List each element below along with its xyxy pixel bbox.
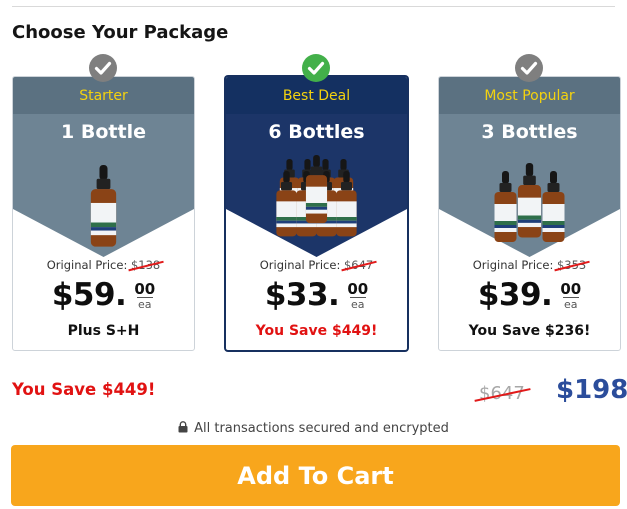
price-dollars: $33. — [264, 277, 340, 313]
dropper-bottle-icon — [494, 163, 565, 242]
add-to-cart-button[interactable]: Add To Cart — [11, 445, 620, 506]
lock-icon — [178, 421, 188, 437]
price-cents-group: 00 ea — [134, 277, 155, 311]
package-note: You Save $236! — [468, 323, 591, 339]
package-hero: 6 Bottles — [226, 114, 407, 257]
original-price-label: Original Price: — [46, 258, 128, 272]
original-price-value: $138 — [130, 258, 161, 272]
original-total: $647 — [479, 383, 525, 404]
price-cents: 00 — [134, 280, 156, 298]
unit-price: $39. 00 ea — [439, 277, 620, 313]
price-cents-group: 00 ea — [347, 277, 368, 311]
original-price-label: Original Price: — [472, 258, 554, 272]
unit-price: $33. 00 ea — [226, 277, 407, 313]
package-card-most-popular[interactable]: Most Popular 3 Bottles Original Price: $… — [438, 76, 621, 351]
check-icon-most-popular — [515, 54, 543, 82]
top-divider — [12, 6, 615, 7]
package-quantity: 1 Bottle — [61, 121, 146, 143]
price-dollars: $59. — [51, 277, 127, 313]
package-hero: 1 Bottle — [13, 114, 194, 257]
secure-text: All transactions secured and encrypted — [194, 421, 449, 436]
original-price-value: $647 — [343, 258, 374, 272]
section-heading: Choose Your Package — [12, 22, 229, 43]
package-hero: 3 Bottles — [439, 114, 620, 257]
package-quantity: 6 Bottles — [268, 121, 365, 143]
check-icon-best-deal — [302, 54, 330, 82]
sale-total: $198 — [556, 375, 627, 405]
price-cents: 00 — [347, 280, 369, 298]
price-unit: ea — [136, 297, 153, 311]
original-price-value: $353 — [556, 258, 587, 272]
package-ribbon: Most Popular — [439, 77, 620, 114]
price-cents: 00 — [560, 280, 582, 298]
original-price: Original Price: $138 — [13, 258, 194, 272]
package-card-starter[interactable]: Starter 1 Bottle Original Price: $138 $5… — [12, 76, 195, 351]
package-ribbon: Starter — [13, 77, 194, 114]
package-quantity: 3 Bottles — [481, 121, 578, 143]
check-icon-starter — [89, 54, 117, 82]
price-cents-group: 00 ea — [560, 277, 581, 311]
unit-price: $59. 00 ea — [13, 277, 194, 313]
price-unit: ea — [562, 297, 579, 311]
package-ribbon: Best Deal — [226, 77, 407, 114]
price-unit: ea — [349, 297, 366, 311]
package-note: You Save $449! — [255, 323, 378, 339]
price-dollars: $39. — [477, 277, 553, 313]
dropper-bottle-icon — [90, 165, 117, 247]
original-price: Original Price: $353 — [439, 258, 620, 272]
package-note: Plus S+H — [67, 323, 140, 339]
dropper-bottle-icon — [276, 155, 357, 237]
original-price: Original Price: $647 — [226, 258, 407, 272]
original-price-label: Original Price: — [259, 258, 341, 272]
total-savings: You Save $449! — [12, 380, 156, 399]
secure-notice: All transactions secured and encrypted — [0, 421, 627, 437]
package-card-best-deal[interactable]: Best Deal 6 Bottles Original Price: $647… — [225, 76, 408, 351]
